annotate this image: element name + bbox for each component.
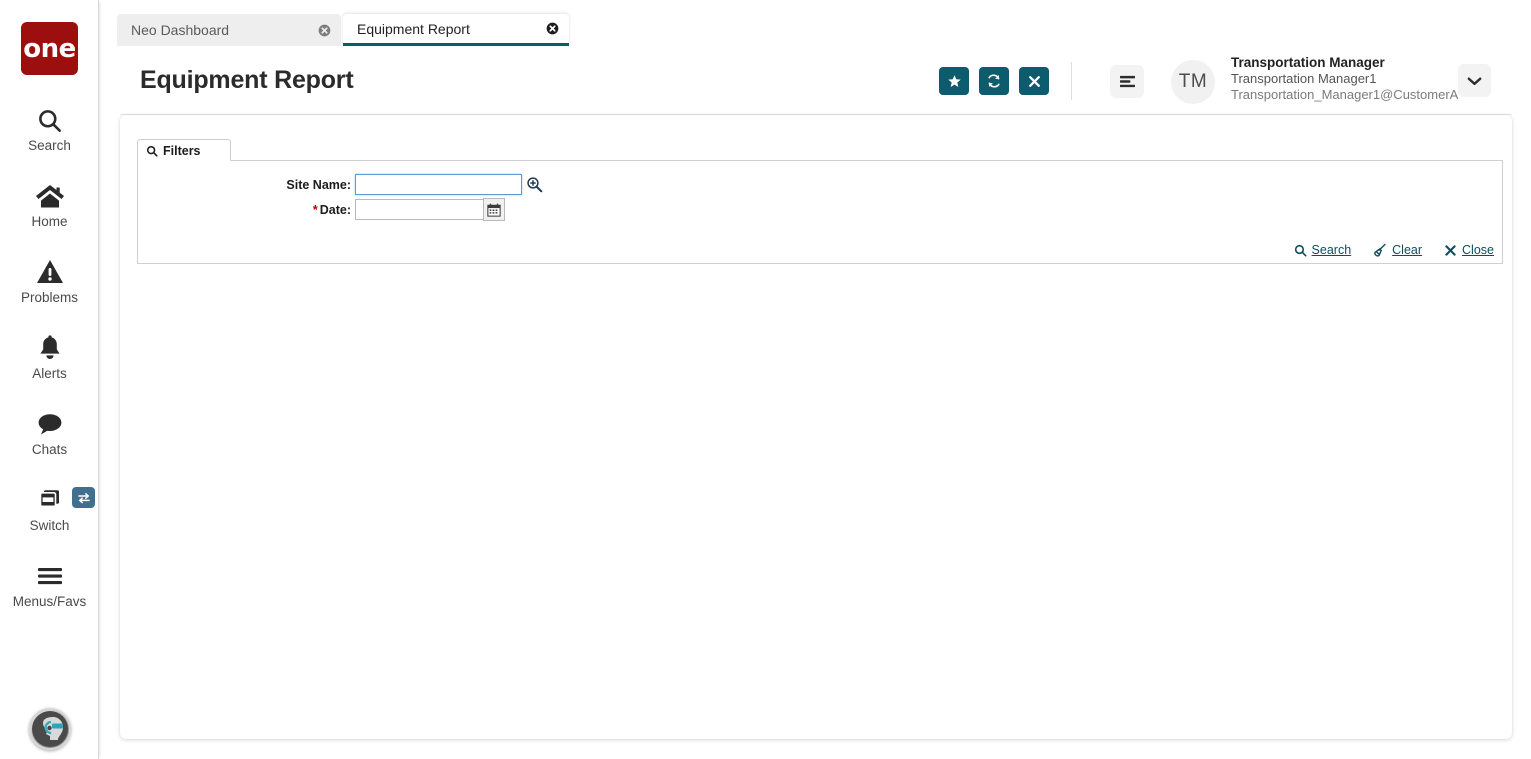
sidebar-item-label: Alerts xyxy=(32,366,67,381)
filters-tab[interactable]: Filters xyxy=(137,139,231,161)
user-email: Transportation_Manager1@CustomerA xyxy=(1231,87,1459,102)
clear-link[interactable]: Clear xyxy=(1373,243,1422,257)
sidebar-item-problems[interactable]: Problems xyxy=(0,257,99,305)
tab-equipment-report[interactable]: Equipment Report xyxy=(343,14,569,46)
bell-icon xyxy=(37,333,63,363)
chat-bubble-icon xyxy=(36,409,64,439)
sidebar-item-alerts[interactable]: Alerts xyxy=(0,333,99,381)
search-icon xyxy=(36,105,63,135)
x-icon xyxy=(1444,244,1457,257)
page-header: Equipment Report TM Transportation Manag… xyxy=(120,46,1512,115)
sidebar-item-label: Home xyxy=(31,214,68,229)
user-menu-toggle[interactable] xyxy=(1458,64,1491,97)
user-name: Transportation Manager1 xyxy=(1231,71,1377,86)
magnifier-plus-icon[interactable] xyxy=(525,176,543,194)
filters-panel: Filters Site Name: * Date: Search Clear … xyxy=(137,139,1503,264)
search-link[interactable]: Search xyxy=(1294,243,1352,257)
sidebar-item-label: Problems xyxy=(20,290,79,305)
sidebar-item-chats[interactable]: Chats xyxy=(0,409,99,457)
user-info: Transportation Manager Transportation Ma… xyxy=(1231,54,1458,103)
search-icon xyxy=(146,145,158,157)
avatar-initials: TM xyxy=(1178,71,1208,92)
left-sidebar: one Search Home Problems Alerts Chats Sw… xyxy=(0,0,99,759)
refresh-icon xyxy=(986,73,1002,89)
date-label: * Date: xyxy=(138,203,353,217)
tab-label: Equipment Report xyxy=(357,20,470,37)
x-icon xyxy=(1027,74,1042,89)
calendar-icon[interactable] xyxy=(483,198,505,221)
user-role: Transportation Manager xyxy=(1231,55,1385,70)
ai-assistant-orb-icon[interactable] xyxy=(29,708,71,750)
favorite-button[interactable] xyxy=(939,67,969,95)
close-circle-icon[interactable] xyxy=(317,23,331,37)
sidebar-item-home[interactable]: Home xyxy=(0,181,99,229)
required-marker: * xyxy=(312,202,318,217)
close-circle-icon[interactable] xyxy=(545,22,559,36)
star-icon xyxy=(947,74,962,89)
home-icon xyxy=(35,181,65,211)
filters-body: Site Name: * Date: Search Clear Close xyxy=(137,160,1503,264)
filters-tab-label: Filters xyxy=(163,143,201,158)
sidebar-item-search[interactable]: Search xyxy=(0,105,99,153)
page-title: Equipment Report xyxy=(140,66,354,94)
site-name-input[interactable] xyxy=(355,174,522,195)
app-logo[interactable]: one xyxy=(21,22,78,75)
refresh-button[interactable] xyxy=(979,67,1009,95)
avatar[interactable]: TM xyxy=(1171,60,1215,104)
filters-actions: Search Clear Close xyxy=(1294,243,1494,257)
field-row-date: * Date: xyxy=(138,198,505,221)
content-card: Filters Site Name: * Date: Search Clear … xyxy=(120,115,1512,739)
logo-text: one xyxy=(23,33,76,64)
tab-label: Neo Dashboard xyxy=(131,22,230,38)
clear-link-label: Clear xyxy=(1392,243,1423,257)
swap-arrows-icon xyxy=(77,492,91,504)
date-input[interactable] xyxy=(355,199,483,220)
sidebar-item-label: Menus/Favs xyxy=(12,594,87,609)
tab-bar: Neo Dashboard Equipment Report xyxy=(99,0,1531,46)
chevron-down-icon xyxy=(1466,75,1483,87)
close-button[interactable] xyxy=(1019,67,1049,95)
warning-triangle-icon xyxy=(36,257,64,287)
search-icon xyxy=(1294,244,1307,257)
app-root: one Search Home Problems Alerts Chats Sw… xyxy=(0,0,1531,759)
site-name-label: Site Name: xyxy=(286,177,351,192)
sidebar-item-label: Switch xyxy=(29,518,70,533)
sidebar-item-label: Search xyxy=(28,138,71,153)
header-divider xyxy=(1071,62,1072,100)
sidebar-item-label: Chats xyxy=(31,442,68,457)
hamburger-icon xyxy=(36,561,64,591)
close-link-label: Close xyxy=(1462,243,1494,257)
hamburger-menu-icon xyxy=(1119,74,1136,89)
header-menu-button[interactable] xyxy=(1110,65,1144,98)
search-link-label: Search xyxy=(1311,243,1352,257)
broom-icon xyxy=(1373,243,1387,257)
switch-badge-button[interactable] xyxy=(72,487,95,508)
field-row-site-name: Site Name: xyxy=(138,174,543,195)
date-label-text: Date: xyxy=(319,202,351,217)
sidebar-item-menus-favs[interactable]: Menus/Favs xyxy=(0,561,99,609)
windows-stack-icon xyxy=(36,485,64,515)
close-link[interactable]: Close xyxy=(1444,243,1494,257)
tab-neo-dashboard[interactable]: Neo Dashboard xyxy=(117,14,341,46)
